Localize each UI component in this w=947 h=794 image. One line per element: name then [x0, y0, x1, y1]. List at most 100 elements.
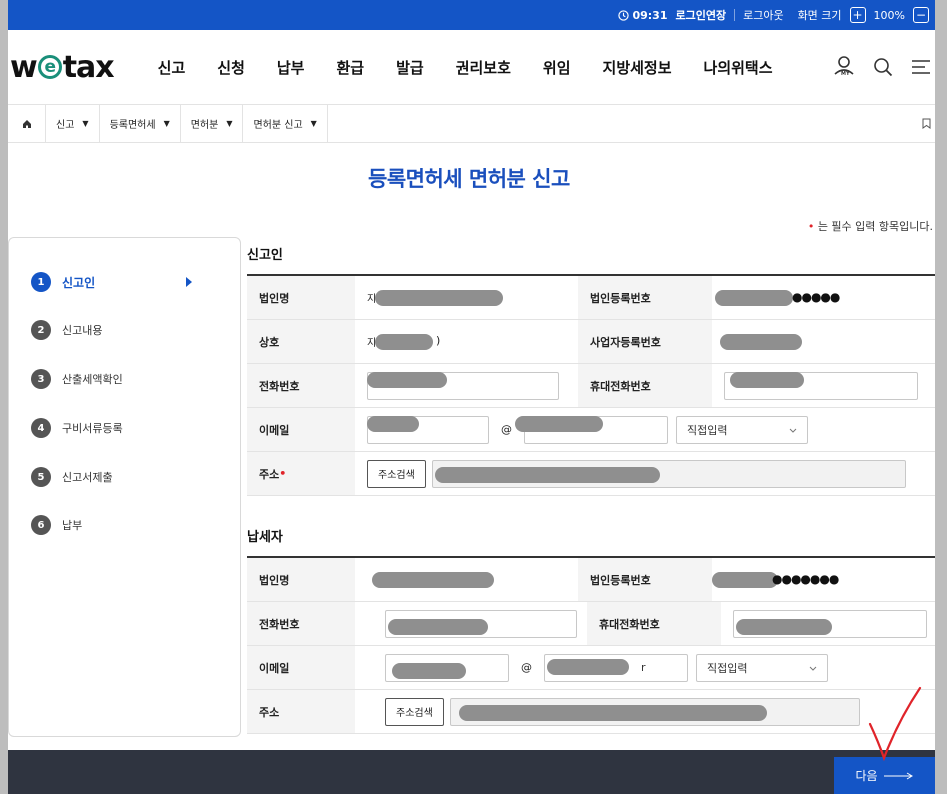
step-label: 신고서제출 — [62, 471, 113, 484]
email-domain-select[interactable]: 직접입력 — [676, 415, 808, 444]
caret-down-icon: ▼ — [82, 119, 89, 128]
reporter-section-title: 신고인 — [247, 248, 283, 263]
corp-name-value: 지 — [355, 276, 578, 319]
address-search-button[interactable]: 주소검색 — [367, 459, 426, 488]
step-reporter[interactable]: 1 신고인 — [31, 272, 192, 292]
redacted-mark — [375, 290, 503, 306]
email-domain-select[interactable]: 직접입력 — [696, 653, 828, 682]
search-icon[interactable] — [873, 57, 893, 77]
step-submit[interactable]: 5 신고서제출 — [31, 467, 113, 487]
email-domain-input[interactable]: r — [544, 653, 688, 682]
field-label: 이메일 — [247, 646, 355, 689]
redacted-mark — [720, 334, 802, 350]
redacted-mark — [736, 618, 832, 635]
email-domain-input[interactable] — [515, 415, 668, 444]
session-time: 09:31 — [632, 8, 668, 22]
required-note: • 는 필수 입력 항목입니다. — [808, 218, 933, 234]
breadcrumb: 신고 ▼ 등록면허세 ▼ 면허분 ▼ 면허분 신고 ▼ — [8, 104, 935, 143]
field-label: 휴대전화번호 — [578, 364, 712, 407]
form-row: 주소 • 주소검색 — [247, 452, 935, 496]
step-number: 3 — [31, 369, 51, 389]
step-tax-calc[interactable]: 3 산출세액확인 — [31, 369, 123, 389]
form-row: 법인명 지 법인등록번호 ●●●●● — [247, 276, 935, 320]
menu-icon[interactable] — [911, 58, 931, 76]
field-label: 법인명 — [247, 276, 355, 319]
logo-e: e — [37, 55, 62, 79]
trade-name-value: 지 ) — [355, 320, 578, 363]
breadcrumb-home[interactable] — [8, 104, 46, 143]
select-value: 직접입력 — [687, 423, 728, 437]
menu-item-my-wetax[interactable]: 나의위택스 — [688, 57, 789, 78]
breadcrumb-item-license[interactable]: 면허분 ▼ — [181, 104, 244, 143]
email-local-input[interactable] — [385, 653, 509, 682]
phone-input[interactable] — [385, 609, 577, 638]
required-dot: • — [807, 220, 818, 233]
screen-size-label: 화면 크기 — [797, 9, 842, 22]
left-gutter — [0, 0, 8, 794]
field-label: 주소 — [247, 690, 355, 733]
corp-reg-value: ●●●●●●● — [712, 558, 935, 601]
menu-item-report[interactable]: 신고 — [142, 57, 202, 78]
at-sign: @ — [501, 423, 512, 436]
field-label: 사업자등록번호 — [578, 320, 712, 363]
breadcrumb-item-license-report[interactable]: 면허분 신고 ▼ — [243, 104, 328, 143]
bookmark-icon — [922, 118, 931, 129]
breadcrumb-item-report[interactable]: 신고 ▼ — [46, 104, 100, 143]
chevron-down-icon — [809, 661, 817, 674]
step-number: 5 — [31, 467, 51, 487]
wetax-logo[interactable]: w e tax — [10, 49, 115, 85]
logo-w: w — [10, 49, 38, 85]
zoom-in-button[interactable]: + — [849, 7, 866, 23]
email-local-input[interactable] — [367, 415, 489, 444]
step-documents[interactable]: 4 구비서류등록 — [31, 418, 123, 438]
logo-tax: tax — [62, 49, 115, 85]
biz-reg-value — [712, 320, 935, 363]
email-cell: @ r 직접입력 — [355, 646, 935, 689]
form-row: 이메일 @ 직접입력 — [247, 408, 935, 452]
my-page-icon[interactable]: MY — [833, 55, 855, 79]
menu-item-rights[interactable]: 권리보호 — [440, 57, 527, 78]
field-label: 법인명 — [247, 558, 355, 601]
menu-item-apply[interactable]: 신청 — [201, 57, 261, 78]
redacted-mark — [367, 416, 419, 432]
mobile-input[interactable] — [733, 609, 927, 638]
step-label: 신고내용 — [62, 324, 103, 337]
step-label: 신고인 — [62, 275, 96, 290]
field-label: 휴대전화번호 — [587, 602, 721, 645]
address-cell: 주소검색 — [355, 452, 935, 495]
menu-item-issue[interactable]: 발급 — [380, 57, 440, 78]
address-input[interactable] — [449, 697, 860, 726]
form-row: 이메일 @ r 직접입력 — [247, 646, 935, 690]
field-label: 전화번호 — [247, 364, 355, 407]
login-extend-link[interactable]: 로그인연장 — [675, 7, 726, 23]
phone-input[interactable] — [367, 371, 559, 400]
corp-reg-value: ●●●●● — [712, 276, 935, 319]
menu-item-refund[interactable]: 환급 — [320, 57, 380, 78]
site-header: w e tax 신고 신청 납부 환급 발급 권리보호 위임 지방세정보 나의위택스… — [8, 30, 935, 105]
breadcrumb-item-registration-tax[interactable]: 등록면허세 ▼ — [100, 104, 181, 143]
step-payment[interactable]: 6 납부 — [31, 515, 82, 535]
mobile-input[interactable] — [724, 371, 918, 400]
field-label: 주소 • — [247, 452, 355, 495]
address-search-button[interactable]: 주소검색 — [385, 697, 444, 726]
menu-item-delegate[interactable]: 위임 — [527, 57, 587, 78]
email-cell: @ 직접입력 — [355, 408, 935, 451]
address-input[interactable] — [431, 459, 906, 488]
address-cell: 주소검색 — [355, 690, 935, 733]
caret-down-icon: ▼ — [310, 119, 317, 128]
next-button[interactable]: 다음 — [834, 757, 935, 794]
reporter-form: 법인명 지 법인등록번호 ●●●●● 상호 지 ) 사업자등록번호 전화번호 휴… — [247, 274, 935, 496]
redacted-mark — [375, 334, 433, 350]
step-label: 구비서류등록 — [62, 422, 123, 435]
zoom-out-button[interactable]: − — [913, 7, 929, 23]
step-content[interactable]: 2 신고내용 — [31, 320, 102, 340]
menu-item-payment[interactable]: 납부 — [261, 57, 321, 78]
step-navigator: 1 신고인 2 신고내용 3 산출세액확인 4 구비서류등록 5 신고서제출 6 — [8, 237, 241, 737]
bookmark-button[interactable] — [912, 105, 935, 143]
logout-link[interactable]: 로그아웃 — [743, 7, 783, 23]
redacted-mark — [515, 416, 603, 432]
redacted-mark — [372, 572, 494, 588]
menu-item-local-tax-info[interactable]: 지방세정보 — [587, 57, 688, 78]
form-row: 전화번호 휴대전화번호 — [247, 602, 935, 646]
breadcrumb-label: 면허분 — [190, 120, 219, 131]
